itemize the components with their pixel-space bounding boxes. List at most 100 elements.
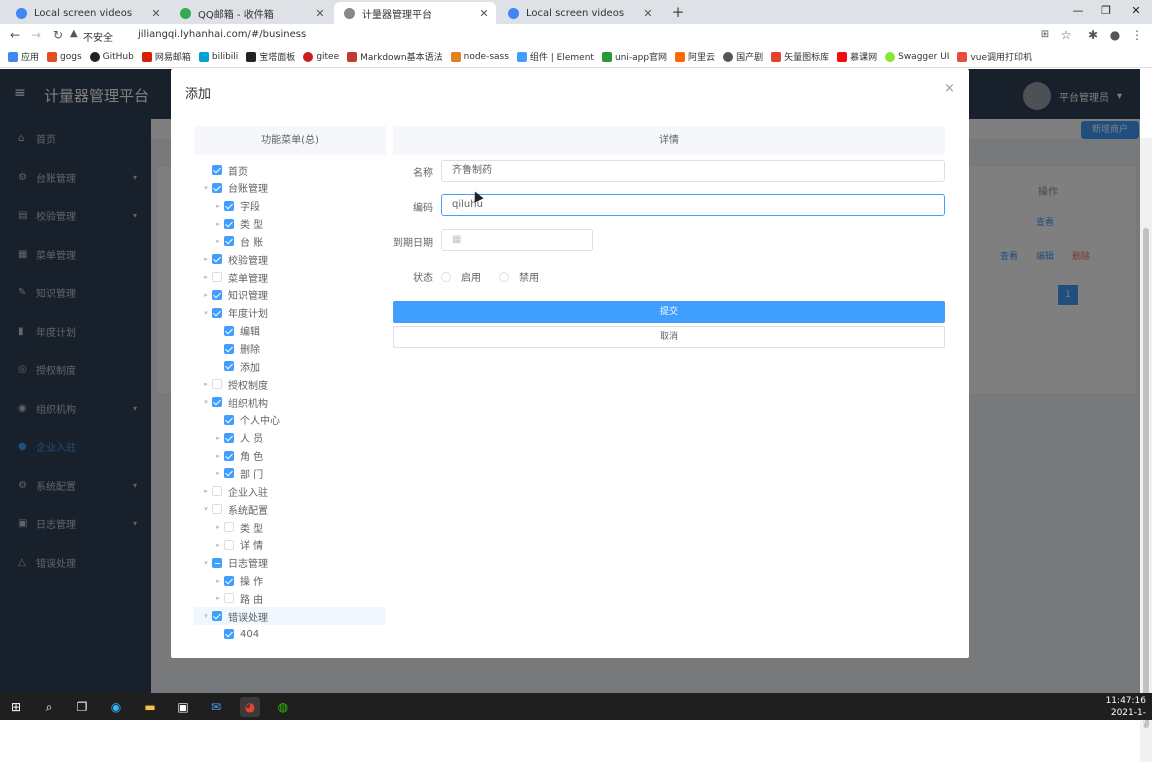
- bookmark[interactable]: 阿里云: [675, 50, 715, 63]
- tree-node[interactable]: ▸ 角 色: [194, 447, 386, 465]
- close-tab-icon[interactable]: ✕: [314, 7, 326, 20]
- tree-checkbox[interactable]: [224, 539, 234, 550]
- tree-checkbox[interactable]: [224, 522, 234, 532]
- tree-checkbox[interactable]: [224, 361, 234, 372]
- caret-right-icon[interactable]: ▸: [200, 487, 212, 495]
- caret-right-icon[interactable]: ▸: [212, 469, 224, 477]
- tree-checkbox[interactable]: [212, 307, 222, 318]
- system-clock[interactable]: 11:47:16 2021-1-27: [1100, 695, 1146, 731]
- bookmark[interactable]: GitHub: [89, 51, 134, 62]
- bookmark[interactable]: 矢量图标库: [771, 50, 829, 63]
- tree-checkbox[interactable]: [224, 575, 234, 586]
- tree-checkbox[interactable]: [212, 397, 222, 408]
- caret-right-icon[interactable]: ▸: [200, 380, 212, 388]
- caret-right-icon[interactable]: ▸: [212, 202, 224, 210]
- close-window-icon[interactable]: ✕: [1122, 2, 1150, 20]
- tree-node[interactable]: ▸ 类 型: [194, 518, 386, 536]
- tree-node[interactable]: ▸ 授权制度: [194, 375, 386, 393]
- tree-checkbox[interactable]: [224, 450, 234, 461]
- tree-checkbox[interactable]: [224, 629, 234, 640]
- file-explorer-icon[interactable]: ▬: [140, 697, 160, 717]
- tree-node[interactable]: ▸ 详 情: [194, 536, 386, 554]
- star-icon[interactable]: ☆: [1057, 26, 1075, 44]
- close-tab-icon[interactable]: ✕: [150, 7, 162, 20]
- tree-checkbox[interactable]: [224, 325, 234, 336]
- tree-checkbox[interactable]: [224, 432, 234, 443]
- close-tab-icon[interactable]: ✕: [478, 7, 490, 20]
- close-tab-icon[interactable]: ✕: [642, 7, 654, 20]
- forward-icon[interactable]: →: [27, 26, 45, 44]
- bookmark[interactable]: uni-app官网: [601, 50, 667, 63]
- tree-node[interactable]: ▸ 操 作: [194, 572, 386, 590]
- tree-node[interactable]: ▸ 部 门: [194, 464, 386, 482]
- tree-checkbox[interactable]: [224, 236, 234, 247]
- tree-checkbox[interactable]: [212, 504, 222, 515]
- tree-checkbox[interactable]: [212, 182, 222, 193]
- name-input[interactable]: 齐鲁制药: [441, 160, 945, 182]
- bookmark[interactable]: gitee: [303, 51, 339, 62]
- browser-tab[interactable]: QQ邮箱 - 收件箱 ✕: [170, 2, 332, 24]
- search-icon[interactable]: ⌕: [39, 697, 59, 717]
- tree-checkbox[interactable]: [212, 289, 222, 300]
- submit-button[interactable]: 提交: [393, 301, 945, 323]
- bookmark[interactable]: node-sass: [450, 51, 509, 62]
- tree-node[interactable]: ▸ 台 账: [194, 232, 386, 250]
- caret-right-icon[interactable]: ▸: [212, 434, 224, 442]
- tree-node[interactable]: ▸ 知识管理: [194, 286, 386, 304]
- tree-node[interactable]: ▾ 错误处理: [194, 607, 386, 626]
- tree-checkbox[interactable]: [212, 486, 222, 497]
- caret-right-icon[interactable]: ▸: [200, 255, 212, 263]
- menu-icon[interactable]: ⋮: [1128, 26, 1146, 44]
- reload-icon[interactable]: ↻: [49, 26, 67, 44]
- bookmark[interactable]: gogs: [47, 51, 82, 62]
- windows-start-icon[interactable]: ⊞: [6, 697, 26, 717]
- caret-down-icon[interactable]: ▾: [200, 505, 212, 513]
- scrollbar-thumb[interactable]: [1143, 228, 1149, 728]
- tree-checkbox[interactable]: [224, 468, 234, 479]
- store-icon[interactable]: ▣: [173, 697, 193, 717]
- browser-tab[interactable]: Local screen videos ✕: [498, 2, 660, 24]
- tree-node[interactable]: ▸ 类 型: [194, 215, 386, 233]
- caret-down-icon[interactable]: ▾: [200, 309, 212, 317]
- bookmark[interactable]: Swagger UI: [885, 51, 949, 62]
- tree-node[interactable]: 404: [194, 625, 386, 643]
- caret-down-icon[interactable]: ▾: [200, 612, 212, 620]
- caret-right-icon[interactable]: ▸: [212, 541, 224, 549]
- caret-right-icon[interactable]: ▸: [212, 452, 224, 460]
- cancel-button[interactable]: 取消: [393, 326, 945, 348]
- tree-node[interactable]: ▸ 路 由: [194, 589, 386, 607]
- browser-tab[interactable]: Local screen videos ✕: [6, 2, 168, 24]
- caret-right-icon[interactable]: ▸: [212, 237, 224, 245]
- code-input[interactable]: qiluhu: [441, 194, 945, 216]
- mail-icon[interactable]: ✉: [206, 697, 226, 717]
- tree-checkbox[interactable]: [224, 343, 234, 354]
- bookmark-apps[interactable]: 应用: [8, 50, 39, 63]
- page-scrollbar[interactable]: [1140, 138, 1152, 762]
- tree-checkbox[interactable]: [212, 165, 222, 175]
- caret-right-icon[interactable]: ▸: [212, 523, 224, 531]
- caret-right-icon[interactable]: ▸: [212, 594, 224, 602]
- translate-icon[interactable]: ⊞: [1036, 26, 1054, 44]
- task-view-icon[interactable]: ❐: [72, 697, 92, 717]
- bookmark[interactable]: vue调用打印机: [957, 50, 1032, 63]
- new-tab-icon[interactable]: +: [668, 3, 688, 21]
- tree-node[interactable]: ▾ 系统配置: [194, 500, 386, 518]
- tree-node[interactable]: ▸ 企业入驻: [194, 482, 386, 500]
- tree-node[interactable]: ▸ 校验管理: [194, 250, 386, 268]
- bookmark[interactable]: 网易邮箱: [141, 50, 191, 63]
- chrome-icon[interactable]: ◕: [240, 697, 260, 717]
- bookmark[interactable]: 慕课网: [837, 50, 877, 63]
- tree-checkbox[interactable]: [212, 379, 222, 390]
- tree-node[interactable]: 首页: [194, 161, 386, 179]
- bookmark[interactable]: 宝塔面板: [246, 50, 295, 63]
- tree-node[interactable]: 添加: [194, 357, 386, 375]
- tree-checkbox[interactable]: [212, 272, 222, 283]
- minimize-icon[interactable]: —: [1064, 2, 1092, 20]
- tree-node[interactable]: ▸ 字段: [194, 197, 386, 215]
- browser-tab-active[interactable]: 计量器管理平台 ✕: [334, 2, 496, 24]
- tree-node[interactable]: ▾ 日志管理: [194, 554, 386, 572]
- address-bar[interactable]: jiliangqi.lyhanhai.com/#/business: [138, 29, 306, 40]
- tree-node[interactable]: ▾ 组织机构: [194, 393, 386, 411]
- caret-down-icon[interactable]: ▾: [200, 398, 212, 406]
- radio-disable[interactable]: 禁用: [499, 269, 539, 284]
